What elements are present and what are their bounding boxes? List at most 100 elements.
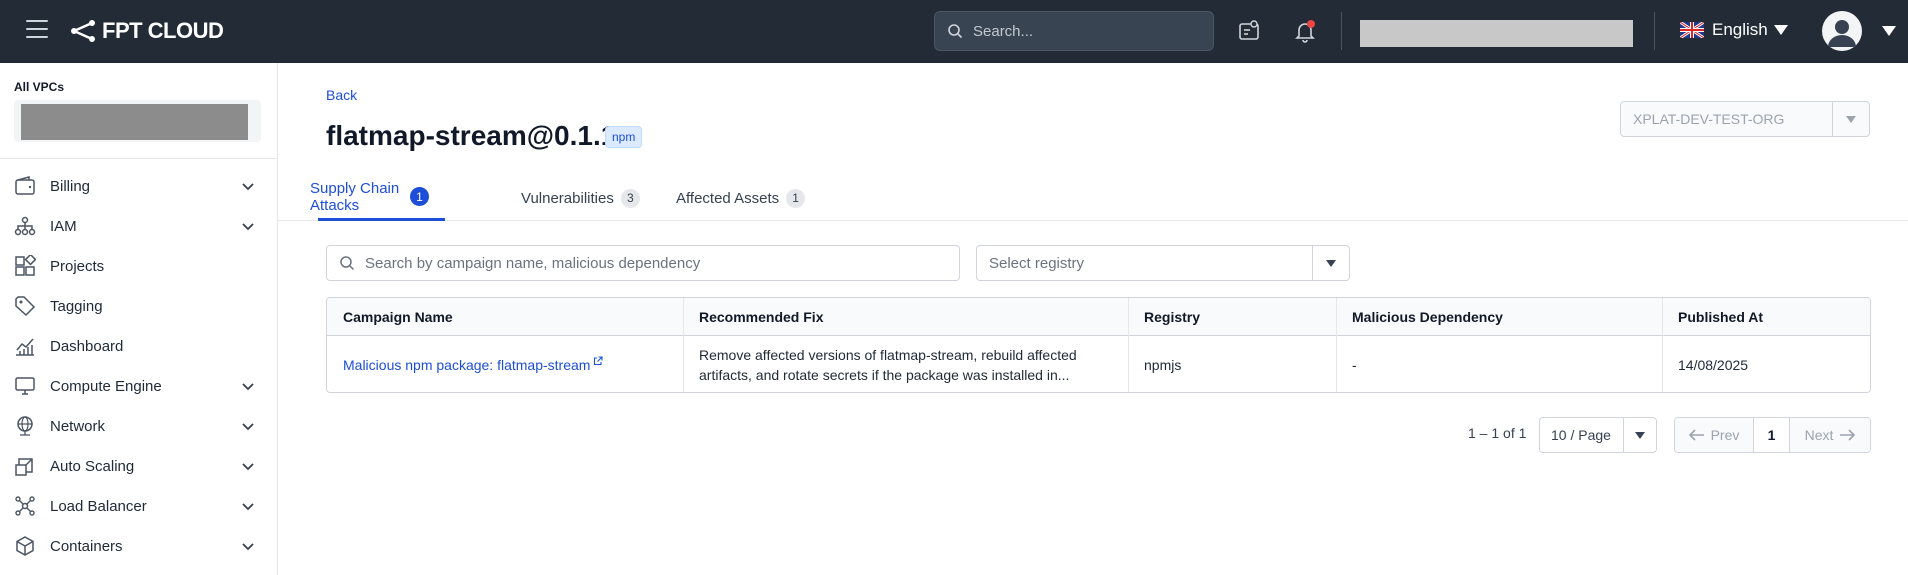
logo-icon xyxy=(71,20,95,42)
uk-flag-icon xyxy=(1680,22,1704,38)
column-header: Malicious Dependency xyxy=(1352,309,1503,325)
bell-icon[interactable] xyxy=(1293,19,1317,43)
chevron-down-icon xyxy=(1846,115,1857,123)
projects-grid-icon xyxy=(15,255,36,276)
tab-label: Supply Chain Attacks xyxy=(310,179,400,214)
load-balancer-icon xyxy=(15,496,35,516)
tab-vulnerabilities[interactable]: Vulnerabilities 3 xyxy=(521,175,640,221)
arrow-left-icon xyxy=(1688,429,1704,441)
global-search[interactable] xyxy=(934,11,1214,51)
sidebar-item-dashboard[interactable]: Dashboard xyxy=(0,326,278,366)
campaign-search-input[interactable] xyxy=(365,254,945,272)
sidebar-item-auto-scaling[interactable]: Auto Scaling xyxy=(0,446,278,486)
next-button[interactable]: Next xyxy=(1790,418,1870,452)
chevron-down-icon xyxy=(242,503,254,511)
external-link-icon[interactable] xyxy=(593,356,603,366)
language-label: English xyxy=(1712,20,1768,39)
sidebar-item-tagging[interactable]: Tagging xyxy=(0,286,278,326)
page-number[interactable]: 1 xyxy=(1754,418,1790,452)
tickets-icon[interactable] xyxy=(1237,19,1261,43)
sidebar-item-containers[interactable]: Containers xyxy=(0,526,278,566)
sidebar-item-network[interactable]: Network xyxy=(0,406,278,446)
sidebar-item-label: Tagging xyxy=(50,297,103,315)
tab-affected-assets[interactable]: Affected Assets 1 xyxy=(676,175,806,221)
column-header: Campaign Name xyxy=(343,309,453,325)
logo-text: FPT CLOUD xyxy=(102,18,224,43)
sidebar-item-compute-engine[interactable]: Compute Engine xyxy=(0,366,278,406)
menu-icon[interactable] xyxy=(26,20,48,42)
sidebar-item-label: Dashboard xyxy=(50,337,124,355)
container-icon xyxy=(16,536,34,556)
tab-count-badge: 1 xyxy=(786,188,806,208)
page-title: flatmap-stream@0.1.1 xyxy=(326,120,617,151)
dropdown-arrow[interactable] xyxy=(1623,418,1656,452)
search-icon xyxy=(340,256,355,271)
scaling-icon xyxy=(15,458,33,476)
globe-icon xyxy=(17,416,33,436)
monitor-icon xyxy=(15,377,35,395)
table-row[interactable]: Malicious npm package: flatmap-stream Re… xyxy=(327,336,1870,392)
tab-label: Vulnerabilities xyxy=(521,189,614,207)
tab-label: Affected Assets xyxy=(676,189,780,207)
global-search-input[interactable] xyxy=(973,22,1193,40)
tab-count-badge: 3 xyxy=(620,188,640,208)
campaign-search[interactable] xyxy=(326,245,960,281)
language-selector[interactable]: English xyxy=(1680,20,1788,40)
chevron-down-icon xyxy=(242,543,254,551)
prev-button[interactable]: Prev xyxy=(1675,418,1754,452)
vpc-select[interactable] xyxy=(14,100,261,142)
sidebar-item-billing[interactable]: Billing xyxy=(0,166,278,206)
campaign-cell: Malicious npm package: flatmap-stream xyxy=(327,336,603,392)
logo[interactable]: FPT CLOUD xyxy=(70,18,224,44)
tag-icon xyxy=(15,296,36,317)
topbar-divider xyxy=(1654,12,1655,50)
fix-cell: Remove affected versions of flatmap-stre… xyxy=(683,336,1129,392)
chevron-down-icon xyxy=(1773,25,1788,35)
vpc-label: All VPCs xyxy=(14,80,65,94)
chevron-down-icon xyxy=(1326,259,1337,267)
registry-badge: npm xyxy=(605,126,643,148)
column-header: Published At xyxy=(1678,309,1764,325)
page-size-select[interactable]: 10 / Page xyxy=(1539,417,1657,453)
divider xyxy=(0,158,278,159)
next-label: Next xyxy=(1804,427,1834,443)
pagination-info: 1 – 1 of 1 xyxy=(1468,425,1527,441)
table-header: Campaign Name Recommended Fix Registry M… xyxy=(327,298,1870,336)
sidebar-item-label: Containers xyxy=(50,537,123,555)
sidebar-item-label: Load Balancer xyxy=(50,497,147,515)
tab-count-badge: 1 xyxy=(410,187,429,206)
organization-value: XPLAT-DEV-TEST-ORG xyxy=(1633,111,1785,127)
search-icon xyxy=(948,24,963,39)
sidebar-item-label: IAM xyxy=(50,217,77,235)
registry-cell: npmjs xyxy=(1144,357,1182,373)
tab-bar: Supply Chain Attacks 1 Vulnerabilities 3… xyxy=(278,175,1908,221)
user-icon xyxy=(1828,20,1856,47)
sidebar-item-load-balancer[interactable]: Load Balancer xyxy=(0,486,278,526)
tab-supply-chain-attacks[interactable]: Supply Chain Attacks 1 xyxy=(310,175,445,221)
chevron-down-icon xyxy=(242,463,254,471)
avatar[interactable] xyxy=(1822,11,1862,51)
chevron-down-icon[interactable] xyxy=(1882,26,1896,36)
campaign-link[interactable]: Malicious npm package: flatmap-stream xyxy=(343,357,590,373)
chevron-down-icon xyxy=(1635,431,1646,439)
wallet-icon xyxy=(15,176,35,195)
sidebar-item-label: Projects xyxy=(50,257,105,275)
back-link[interactable]: Back xyxy=(326,87,357,103)
organization-select[interactable]: XPLAT-DEV-TEST-ORG xyxy=(1620,101,1870,137)
arrow-right-icon xyxy=(1840,429,1856,441)
column-header: Registry xyxy=(1144,309,1201,325)
sidebar-item-label: Auto Scaling xyxy=(50,457,135,475)
dropdown-arrow[interactable] xyxy=(1832,102,1869,136)
supply-chain-table: Campaign Name Recommended Fix Registry M… xyxy=(326,297,1871,393)
dropdown-arrow[interactable] xyxy=(1312,246,1349,280)
column-header: Recommended Fix xyxy=(699,309,824,325)
sidebar-item-label: Billing xyxy=(50,177,91,195)
sidebar-item-iam[interactable]: IAM xyxy=(0,206,278,246)
chevron-down-icon xyxy=(242,383,254,391)
registry-select[interactable]: Select registry xyxy=(976,245,1350,281)
sidebar: All VPCs Billing IAM Projects Tagging Da… xyxy=(0,63,278,575)
recommended-fix: Remove affected versions of flatmap-stre… xyxy=(699,347,1077,383)
sidebar-item-projects[interactable]: Projects xyxy=(0,246,278,286)
org-chart-icon xyxy=(14,216,36,236)
chart-icon xyxy=(16,338,34,356)
